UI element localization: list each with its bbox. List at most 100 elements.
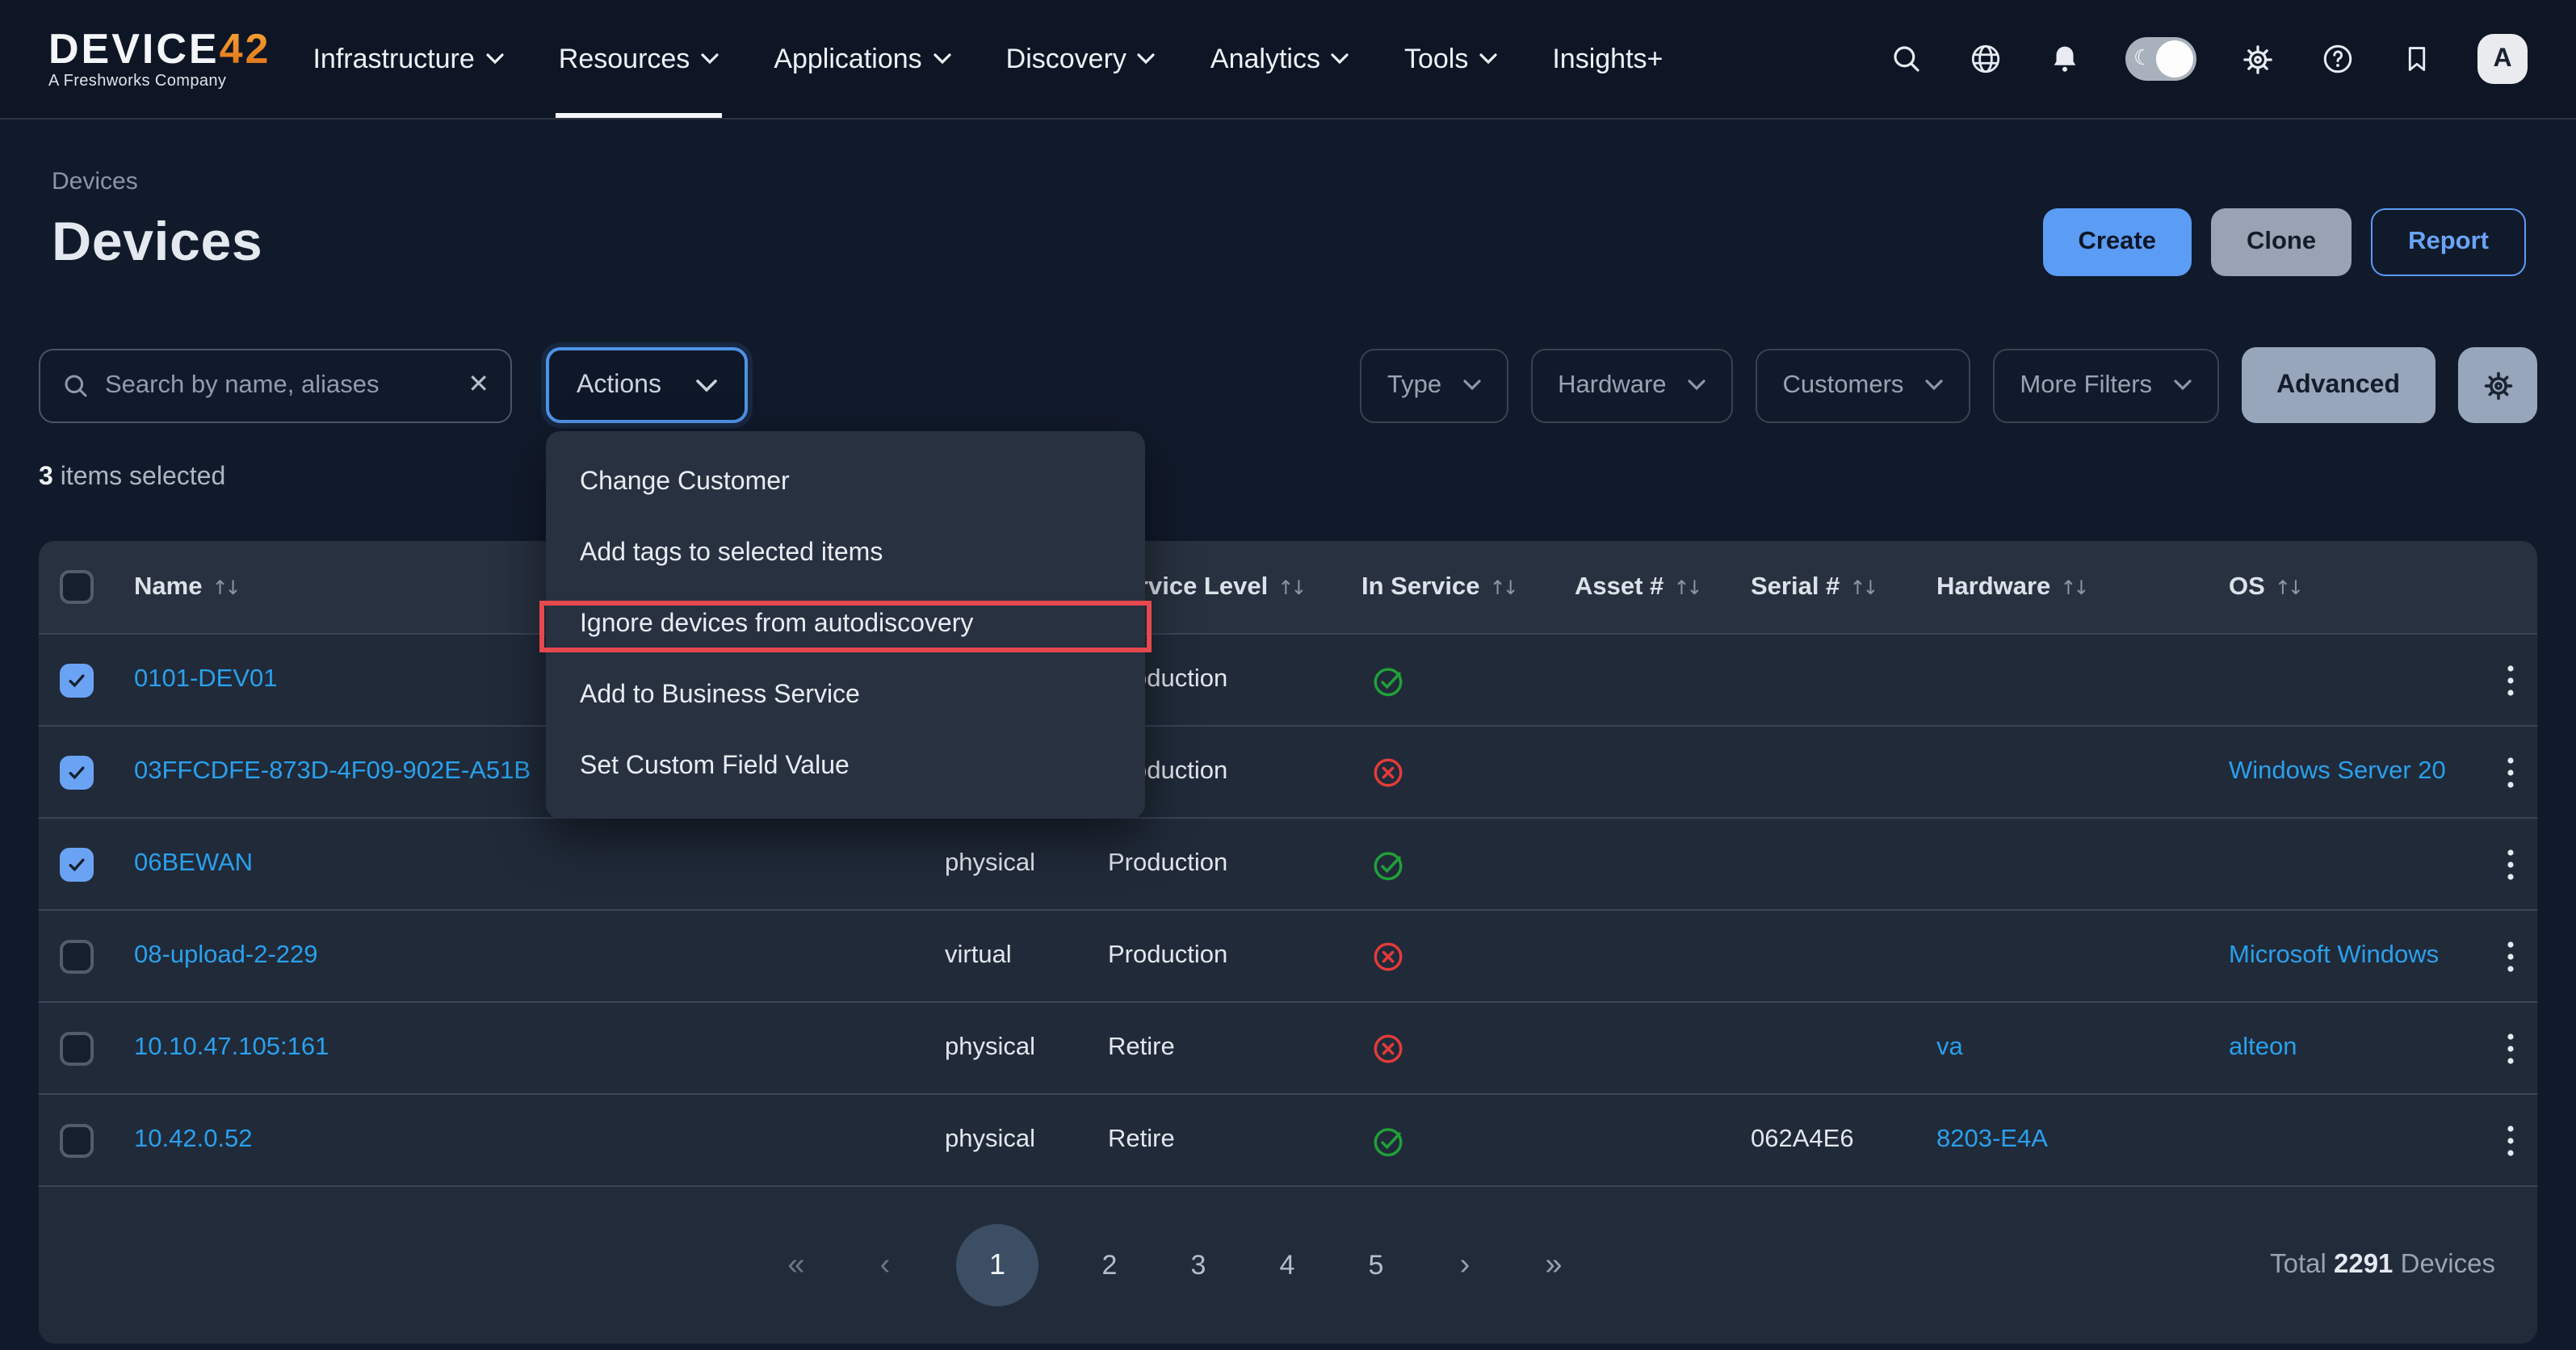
type-cell: virtual	[945, 941, 1108, 971]
col-header-asset[interactable]: Asset #↑↓	[1575, 572, 1751, 602]
os-link[interactable]: Microsoft Windows	[2229, 941, 2439, 969]
in-service-check-icon	[1371, 847, 1405, 881]
os-cell: Windows Server 20	[2229, 757, 2490, 786]
navbar-actions: ☾ A	[1888, 34, 2528, 84]
page-3-button[interactable]: 3	[1181, 1249, 1216, 1281]
filter-customers[interactable]: Customers	[1756, 348, 1970, 422]
filter-bar: Type Hardware Customers More Filters Advance…	[1360, 347, 2537, 423]
clone-button[interactable]: Clone	[2211, 208, 2352, 276]
clear-search-icon[interactable]: ✕	[468, 372, 489, 398]
col-header-serial[interactable]: Serial #↑↓	[1751, 572, 1936, 602]
menu-item-set-custom-field-value[interactable]: Set Custom Field Value	[546, 732, 1145, 803]
last-page-button[interactable]: »	[1536, 1247, 1571, 1283]
row-menu-icon	[2507, 939, 2515, 973]
device-name-link[interactable]: 0101-DEV01	[134, 665, 278, 693]
row-checkbox[interactable]	[60, 755, 94, 789]
table-row: 10.42.0.52physicalRetire062A4E68203-E4A	[39, 1093, 2537, 1185]
hardware-link[interactable]: va	[1936, 1033, 1963, 1061]
col-header-service-level[interactable]: Service Level↑↓	[1108, 572, 1361, 602]
bookmark-icon[interactable]	[2398, 41, 2434, 77]
table-header-row: Name↑↓ Type↑↓ Service Level↑↓ In Service…	[39, 541, 2537, 633]
search-box[interactable]: ✕	[39, 348, 512, 422]
page-1-button[interactable]: 1	[956, 1224, 1038, 1306]
in-service-check-icon	[1371, 663, 1405, 697]
theme-toggle[interactable]: ☾	[2125, 37, 2196, 81]
device-name-link[interactable]: 08-upload-2-229	[134, 941, 318, 969]
row-checkbox[interactable]	[60, 663, 94, 697]
row-checkbox[interactable]	[60, 1031, 94, 1065]
search-icon[interactable]	[1888, 41, 1924, 77]
main-nav: Infrastructure Resources Applications Disco…	[309, 0, 1666, 118]
gear-icon[interactable]	[2240, 41, 2276, 77]
checkmark-icon	[66, 761, 87, 782]
device-name-link[interactable]: 10.10.47.105:161	[134, 1033, 329, 1061]
page-2-button[interactable]: 2	[1092, 1249, 1127, 1281]
menu-item-add-tags-to-selected-items[interactable]: Add tags to selected items	[546, 518, 1145, 589]
page-4-button[interactable]: 4	[1269, 1249, 1305, 1281]
bell-icon[interactable]	[2046, 41, 2082, 77]
top-navbar: DEVICE42 A Freshworks Company Infrastruc…	[0, 0, 2576, 119]
sort-icon: ↑↓	[1490, 576, 1516, 598]
menu-item-change-customer[interactable]: Change Customer	[546, 447, 1145, 518]
chevron-down-icon	[486, 53, 504, 65]
table-row: 08-upload-2-229virtualProductionMicrosof…	[39, 909, 2537, 1001]
first-page-button[interactable]: «	[778, 1247, 814, 1283]
service-level-cell: Retire	[1108, 1126, 1361, 1155]
filter-type[interactable]: Type	[1360, 348, 1508, 422]
row-menu-button[interactable]	[2490, 755, 2537, 789]
next-page-button[interactable]: ›	[1447, 1247, 1483, 1283]
page-title: Devices	[52, 211, 262, 274]
col-header-os[interactable]: OS↑↓	[2229, 572, 2490, 602]
service-level-cell: Retire	[1108, 1033, 1361, 1063]
user-avatar[interactable]: A	[2477, 34, 2528, 84]
search-input[interactable]	[105, 371, 453, 400]
sort-icon: ↑↓	[1849, 576, 1875, 598]
prev-page-button[interactable]: ‹	[867, 1247, 903, 1283]
col-header-hardware[interactable]: Hardware↑↓	[1936, 572, 2229, 602]
row-checkbox[interactable]	[60, 1123, 94, 1157]
service-level-cell: Production	[1108, 757, 1361, 786]
nav-item-applications[interactable]: Applications	[770, 0, 954, 118]
report-button[interactable]: Report	[2371, 208, 2526, 276]
menu-item-add-to-business-service[interactable]: Add to Business Service	[546, 660, 1145, 732]
page-5-button[interactable]: 5	[1358, 1249, 1394, 1281]
nav-item-infrastructure[interactable]: Infrastructure	[309, 0, 506, 118]
col-header-in-service[interactable]: In Service↑↓	[1361, 572, 1575, 602]
nav-item-resources[interactable]: Resources	[556, 0, 723, 118]
row-menu-button[interactable]	[2490, 939, 2537, 973]
devices-table: Name↑↓ Type↑↓ Service Level↑↓ In Service…	[39, 541, 2537, 1344]
nav-item-analytics[interactable]: Analytics	[1207, 0, 1353, 118]
help-icon[interactable]	[2319, 41, 2355, 77]
nav-item-discovery[interactable]: Discovery	[1003, 0, 1159, 118]
actions-dropdown-button[interactable]: Actions	[546, 347, 748, 423]
row-menu-button[interactable]	[2490, 847, 2537, 881]
select-all-checkbox[interactable]	[60, 570, 94, 604]
device-name-link[interactable]: 03FFCDFE-873D-4F09-902E-A51B	[134, 757, 531, 785]
brand-42: 42	[220, 24, 271, 73]
hardware-link[interactable]: 8203-E4A	[1936, 1126, 2048, 1153]
create-button[interactable]: Create	[2042, 208, 2192, 276]
filter-more-filters[interactable]: More Filters	[1992, 348, 2218, 422]
row-checkbox[interactable]	[60, 847, 94, 881]
nav-item-insights-[interactable]: Insights+	[1549, 0, 1666, 118]
device-name-link[interactable]: 10.42.0.52	[134, 1126, 253, 1153]
os-link[interactable]: Windows Server 20	[2229, 757, 2446, 785]
row-menu-icon	[2507, 1123, 2515, 1157]
advanced-filter-button[interactable]: Advanced	[2241, 347, 2435, 423]
chevron-down-icon	[1138, 53, 1156, 65]
row-menu-button[interactable]	[2490, 1123, 2537, 1157]
filter-hardware[interactable]: Hardware	[1530, 348, 1732, 422]
total-devices: Total 2291 Devices	[2270, 1250, 2495, 1281]
globe-icon[interactable]	[1967, 41, 2003, 77]
out-of-service-x-icon	[1371, 939, 1405, 973]
device42-logo[interactable]: DEVICE42 A Freshworks Company	[48, 27, 271, 90]
breadcrumb[interactable]: Devices	[52, 168, 2576, 195]
os-link[interactable]: alteon	[2229, 1033, 2297, 1061]
table-settings-button[interactable]	[2458, 347, 2537, 423]
nav-item-tools[interactable]: Tools	[1401, 0, 1500, 118]
row-checkbox[interactable]	[60, 939, 94, 973]
device-name-link[interactable]: 06BEWAN	[134, 849, 253, 877]
row-menu-button[interactable]	[2490, 663, 2537, 697]
row-menu-button[interactable]	[2490, 1031, 2537, 1065]
menu-item-ignore-devices-from-autodiscovery[interactable]: Ignore devices from autodiscovery	[546, 589, 1145, 660]
